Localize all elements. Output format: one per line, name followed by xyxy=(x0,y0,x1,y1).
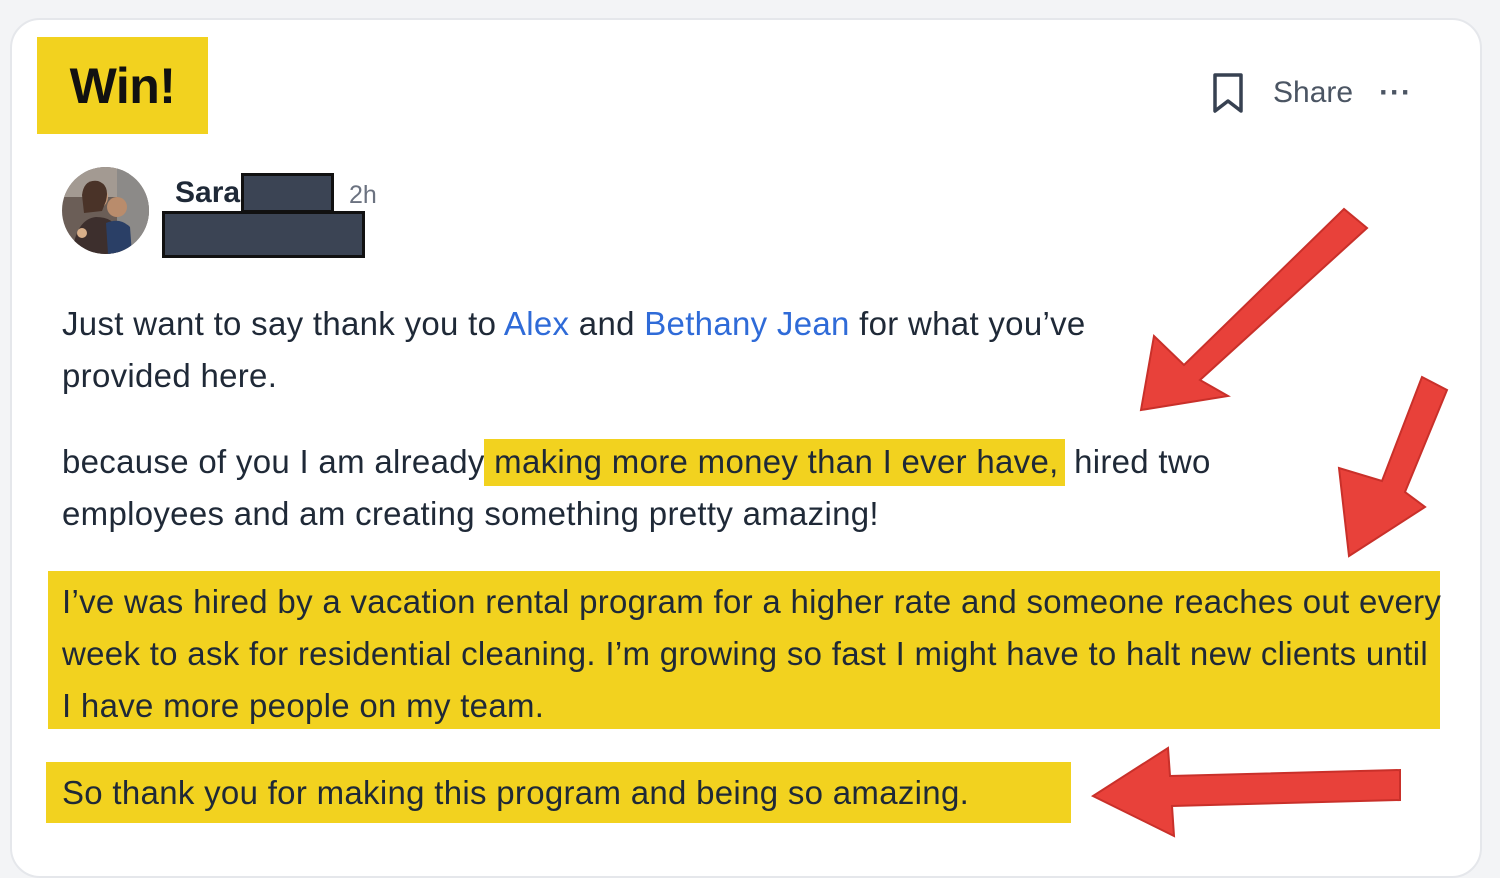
avatar[interactable] xyxy=(62,167,149,254)
text-segment: because of you I am already xyxy=(62,443,495,480)
redacted-last-name xyxy=(241,173,334,213)
post-paragraph-2: because of you I am already making more … xyxy=(62,436,1362,540)
mention-bethany-jean[interactable]: Bethany Jean xyxy=(644,305,849,342)
author-name[interactable]: Sara xyxy=(175,176,240,210)
more-options-button[interactable]: ··· xyxy=(1379,78,1412,108)
share-button[interactable]: Share xyxy=(1273,76,1353,110)
highlighted-text: making more money than I ever have, xyxy=(484,439,1065,486)
avatar-photo xyxy=(62,167,149,254)
text-segment: and xyxy=(569,305,645,342)
post-category-tag: Win! xyxy=(37,37,208,134)
bookmark-icon xyxy=(1213,73,1243,113)
post-paragraph-1: Just want to say thank you to Alex and B… xyxy=(62,298,1142,402)
bookmark-button[interactable] xyxy=(1205,68,1251,118)
redacted-subtitle xyxy=(162,211,365,258)
post-paragraph-3: I’ve was hired by a vacation rental prog… xyxy=(62,583,1442,724)
mention-alex[interactable]: Alex xyxy=(504,305,569,342)
post-category-label: Win! xyxy=(69,57,176,114)
post-paragraph-4: So thank you for making this program and… xyxy=(62,774,970,811)
post-timestamp: 2h xyxy=(349,181,377,209)
text-segment: Just want to say thank you to xyxy=(62,305,504,342)
post-actions: Share ··· xyxy=(1205,68,1412,118)
